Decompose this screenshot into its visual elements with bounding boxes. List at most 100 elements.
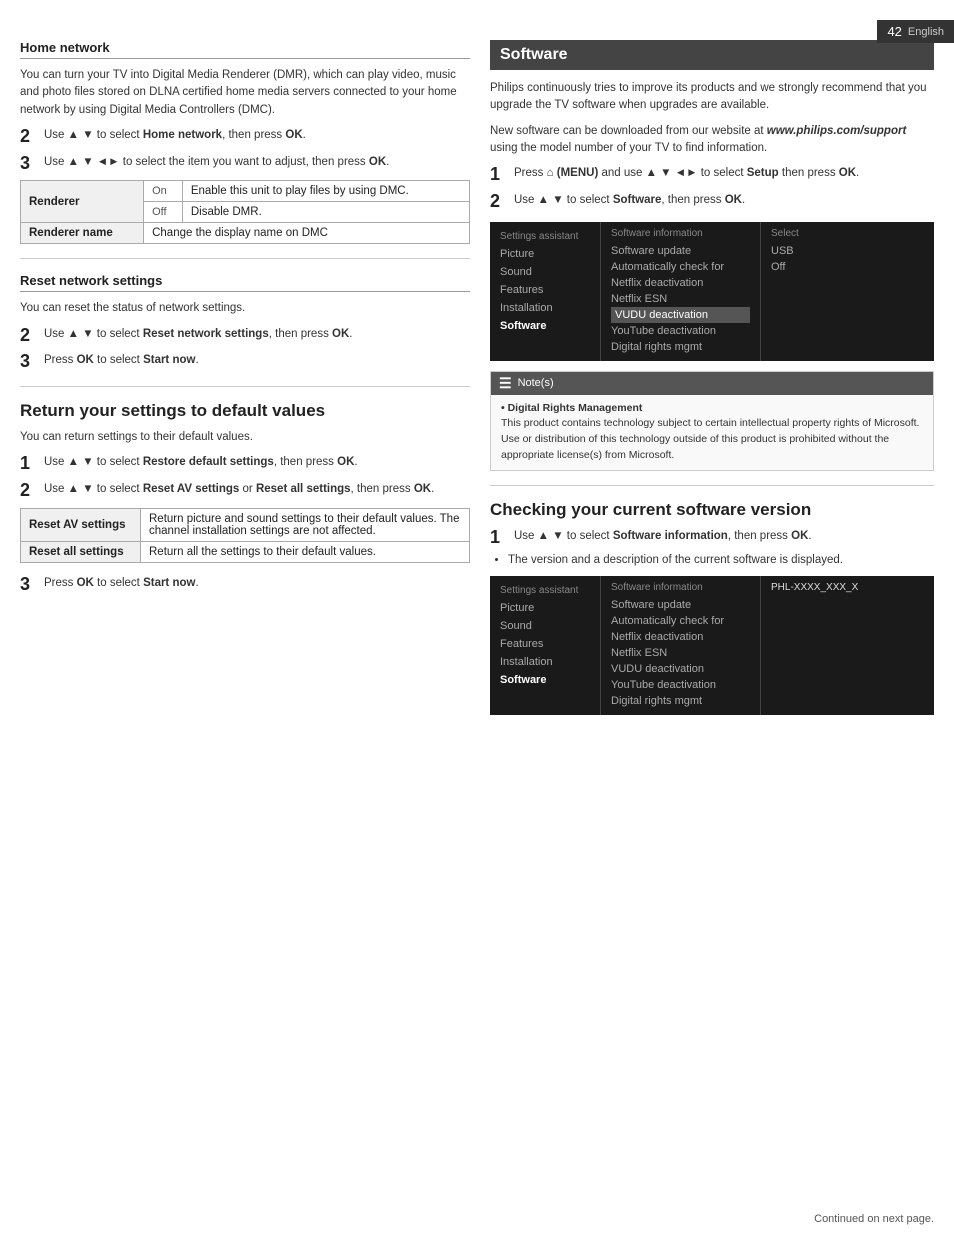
return-settings-heading: Return your settings to default values (20, 401, 470, 421)
footer: Continued on next page. (814, 1213, 934, 1225)
renderer-label: Renderer (21, 181, 144, 223)
reset-network-section: Reset network settings You can reset the… (20, 273, 470, 372)
page-badge: 42 English (877, 20, 954, 43)
settings-picture-2: Picture (500, 599, 590, 617)
settings-assistant-label: Settings assistant (500, 228, 590, 245)
software-info-header-1: Software information (611, 228, 750, 239)
menu-vudu-deact-1: VUDU deactivation (611, 307, 750, 323)
table-row: Renderer name Change the display name on… (21, 223, 470, 244)
menu-software-update-1: Software update (611, 243, 750, 259)
checking-section: Checking your current software version 1… (490, 500, 934, 716)
reset-all-label: Reset all settings (21, 542, 141, 563)
settings-features-1: Features (500, 281, 590, 299)
divider (20, 386, 470, 387)
menu-auto-check-2: Automatically check for (611, 613, 750, 629)
renderer-name-value: Change the display name on DMC (144, 223, 470, 244)
settings-panel-1: Settings assistant Picture Sound Feature… (490, 222, 934, 361)
select-usb-1: USB (771, 243, 830, 259)
settings-right-col-2: PHL-XXXX_XXX_X (760, 576, 868, 715)
menu-auto-check-1: Automatically check for (611, 259, 750, 275)
settings-features-2: Features (500, 635, 590, 653)
software-info-header-2: Software information (611, 582, 750, 593)
drm-body: This product contains technology subject… (501, 417, 919, 461)
settings-panel-2: Settings assistant Picture Sound Feature… (490, 576, 934, 715)
menu-netflix-deact-1: Netflix deactivation (611, 275, 750, 291)
settings-installation-1: Installation (500, 299, 590, 317)
off-value: Disable DMR. (182, 202, 469, 223)
select-header-1: Select (771, 228, 830, 239)
home-network-section: Home network You can turn your TV into D… (20, 40, 470, 244)
settings-sound-1: Sound (500, 263, 590, 281)
menu-netflix-deact-2: Netflix deactivation (611, 629, 750, 645)
home-network-table: Renderer On Enable this unit to play fil… (20, 180, 470, 244)
reset-network-body: You can reset the status of network sett… (20, 300, 470, 317)
note-content: • Digital Rights Management This product… (491, 395, 933, 470)
menu-vudu-deact-2: VUDU deactivation (611, 661, 750, 677)
page-language: English (908, 26, 944, 38)
software-step1: 1 Press ⌂ (MENU) and use ▲ ▼ ◄► to selec… (490, 165, 934, 185)
on-value: Enable this unit to play files by using … (182, 181, 469, 202)
settings-picture-1: Picture (500, 245, 590, 263)
table-row: Reset AV settings Return picture and sou… (21, 509, 470, 542)
return-settings-step2: 2 Use ▲ ▼ to select Reset AV settings or… (20, 481, 470, 501)
home-network-body: You can turn your TV into Digital Media … (20, 67, 470, 119)
note-box: ☰ Note(s) • Digital Rights Management Th… (490, 371, 934, 471)
settings-assistant-label-2: Settings assistant (500, 582, 590, 599)
home-network-step3: 3 Use ▲ ▼ ◄► to select the item you want… (20, 154, 470, 174)
divider-right (490, 485, 934, 486)
settings-sound-2: Sound (500, 617, 590, 635)
settings-mid-col-2: Software information Software update Aut… (600, 576, 760, 715)
software-title: Software (490, 40, 934, 70)
renderer-name-label: Renderer name (21, 223, 144, 244)
version-bullet-list: The version and a description of the cur… (490, 554, 934, 566)
software-step2: 2 Use ▲ ▼ to select Software, then press… (490, 192, 934, 212)
phl-label: PHL-XXXX_XXX_X (771, 582, 858, 593)
menu-youtube-deact-2: YouTube deactivation (611, 677, 750, 693)
return-settings-section: Return your settings to default values Y… (20, 401, 470, 595)
reset-settings-table: Reset AV settings Return picture and sou… (20, 508, 470, 563)
reset-av-value: Return picture and sound settings to the… (141, 509, 470, 542)
off-label: Off (144, 202, 183, 223)
return-settings-step3: 3 Press OK to select Start now. (20, 575, 470, 595)
settings-mid-col-1: Software information Software update Aut… (600, 222, 760, 361)
checking-heading: Checking your current software version (490, 500, 934, 520)
menu-digital-rights-2: Digital rights mgmt (611, 693, 750, 709)
table-row: Reset all settings Return all the settin… (21, 542, 470, 563)
divider (20, 258, 470, 259)
software-body2: New software can be downloaded from our … (490, 123, 934, 158)
home-network-title: Home network (20, 40, 470, 59)
reset-network-step3: 3 Press OK to select Start now. (20, 352, 470, 372)
menu-netflix-esn-2: Netflix ESN (611, 645, 750, 661)
version-bullet: The version and a description of the cur… (508, 554, 934, 566)
software-body1: Philips continuously tries to improve it… (490, 80, 934, 115)
on-label: On (144, 181, 183, 202)
menu-software-update-2: Software update (611, 597, 750, 613)
right-column: Software Philips continuously tries to i… (490, 40, 934, 725)
settings-left-col-2: Settings assistant Picture Sound Feature… (490, 576, 600, 715)
reset-network-step2: 2 Use ▲ ▼ to select Reset network settin… (20, 326, 470, 346)
return-settings-body: You can return settings to their default… (20, 429, 470, 446)
note-header: ☰ Note(s) (491, 372, 933, 395)
footer-text: Continued on next page. (814, 1213, 934, 1225)
settings-installation-2: Installation (500, 653, 590, 671)
note-icon: ☰ (499, 375, 512, 392)
home-network-step2: 2 Use ▲ ▼ to select Home network, then p… (20, 127, 470, 147)
checking-step1: 1 Use ▲ ▼ to select Software information… (490, 528, 934, 548)
page-number: 42 (887, 24, 901, 39)
settings-software-1: Software (500, 317, 590, 335)
menu-netflix-esn-1: Netflix ESN (611, 291, 750, 307)
reset-av-label: Reset AV settings (21, 509, 141, 542)
select-off-1: Off (771, 259, 830, 275)
reset-network-title: Reset network settings (20, 273, 470, 292)
table-row: Renderer On Enable this unit to play fil… (21, 181, 470, 202)
note-label: Note(s) (518, 377, 554, 389)
settings-software-2: Software (500, 671, 590, 689)
software-section: Software Philips continuously tries to i… (490, 40, 934, 471)
settings-left-col-1: Settings assistant Picture Sound Feature… (490, 222, 600, 361)
left-column: Home network You can turn your TV into D… (20, 40, 470, 725)
drm-label: • Digital Rights Management (501, 402, 642, 414)
return-settings-step1: 1 Use ▲ ▼ to select Restore default sett… (20, 454, 470, 474)
menu-youtube-deact-1: YouTube deactivation (611, 323, 750, 339)
menu-digital-rights-1: Digital rights mgmt (611, 339, 750, 355)
settings-right-col-1: Select USB Off (760, 222, 840, 361)
